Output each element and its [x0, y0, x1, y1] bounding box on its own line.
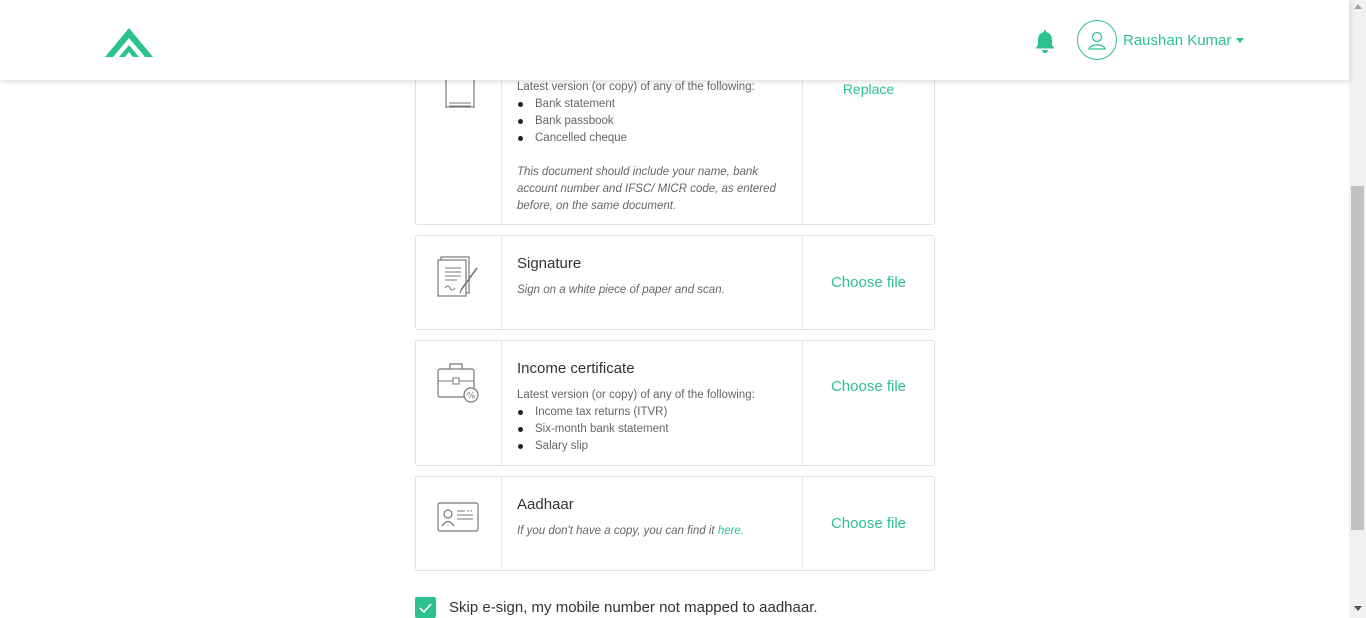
signature-icon-column [416, 236, 502, 329]
user-menu[interactable]: Raushan Kumar [1077, 20, 1245, 60]
aadhaar-icon-column [416, 477, 502, 570]
skip-esign-option[interactable]: Skip e-sign, my mobile number not mapped… [415, 597, 818, 618]
aadhaar-card-icon [437, 502, 479, 532]
svg-text:%: % [467, 392, 476, 402]
aadhaar-action-column: Choose file [802, 477, 934, 570]
list-item: Cancelled cheque [517, 130, 787, 147]
aadhaar-here-link[interactable]: here. [718, 525, 744, 537]
aadhaar-card-content: Aadhaar If you don't have a copy, you ca… [517, 496, 787, 540]
scrollbar-thumb[interactable] [1351, 186, 1364, 530]
bank-document-list: Bank statement Bank passbook Cancelled c… [517, 96, 787, 147]
signature-card-note: Sign on a white piece of paper and scan. [517, 284, 725, 296]
avatar [1077, 20, 1117, 60]
choose-file-aadhaar-button[interactable]: Choose file [831, 515, 906, 532]
list-item: Income tax returns (ITVR) [517, 404, 787, 421]
choose-file-income-button[interactable]: Choose file [831, 378, 906, 395]
list-item: Six-month bank statement [517, 421, 787, 438]
user-icon [1088, 31, 1106, 50]
bank-card-note: This document should include your name, … [517, 166, 776, 212]
income-icon-column: % [416, 341, 502, 465]
bell-icon[interactable] [1034, 30, 1056, 54]
bank-card-description: Latest version (or copy) of any of the f… [517, 81, 755, 93]
signature-action-column: Choose file [802, 236, 934, 329]
scroll-up-icon[interactable] [1354, 4, 1362, 9]
signature-card-title: Signature [517, 255, 582, 272]
income-card-description: Latest version (or copy) of any of the f… [517, 389, 755, 401]
top-header: Raushan Kumar [0, 0, 1349, 80]
skip-esign-label: Skip e-sign, my mobile number not mapped… [449, 599, 818, 616]
signature-card: Signature Sign on a white piece of paper… [415, 235, 935, 330]
skip-esign-checkbox[interactable] [415, 597, 436, 618]
list-item: Salary slip [517, 438, 787, 455]
app-logo[interactable] [105, 24, 153, 58]
aadhaar-card-note: If you don't have a copy, you can find i… [517, 523, 787, 540]
scroll-down-icon[interactable] [1354, 606, 1362, 611]
list-item: Bank passbook [517, 113, 787, 130]
signature-card-content: Signature Sign on a white piece of paper… [517, 255, 787, 299]
signature-icon [437, 256, 478, 297]
income-certificate-card: % Income certificate Latest version (or … [415, 340, 935, 466]
caret-down-icon [1236, 37, 1245, 43]
checkmark-icon [419, 602, 432, 613]
aadhaar-card-title: Aadhaar [517, 496, 574, 513]
income-card-content: Income certificate Latest version (or co… [517, 360, 787, 455]
list-item: Bank statement [517, 96, 787, 113]
user-name: Raushan Kumar [1123, 31, 1232, 49]
aadhaar-note-text: If you don't have a copy, you can find i… [517, 525, 718, 537]
income-action-column: Choose file [802, 341, 934, 465]
income-document-list: Income tax returns (ITVR) Six-month bank… [517, 404, 787, 455]
aadhaar-card: Aadhaar If you don't have a copy, you ca… [415, 476, 935, 571]
vertical-scrollbar[interactable] [1349, 0, 1366, 618]
replace-button[interactable]: Replace [843, 81, 894, 97]
income-card-title: Income certificate [517, 360, 635, 377]
bank-card-content: Latest version (or copy) of any of the f… [517, 79, 787, 215]
income-certificate-icon: % [437, 363, 479, 403]
choose-file-signature-button[interactable]: Choose file [831, 274, 906, 291]
